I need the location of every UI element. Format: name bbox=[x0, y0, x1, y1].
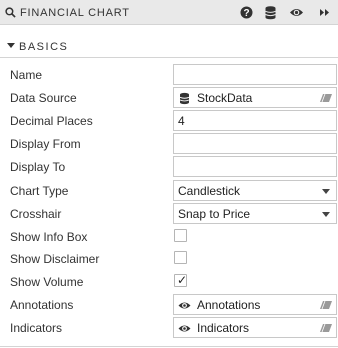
property-row-display-to: Display To bbox=[0, 155, 338, 178]
basics-section-header[interactable]: BASICS bbox=[0, 34, 338, 58]
section-label: BASICS bbox=[19, 41, 69, 53]
eye-icon bbox=[178, 302, 191, 309]
indicators-label: Indicators bbox=[10, 321, 63, 335]
display-to-label: Display To bbox=[10, 160, 66, 174]
chevron-down-icon[interactable] bbox=[322, 212, 330, 217]
display-to-input[interactable] bbox=[173, 156, 337, 177]
name-label: Name bbox=[10, 68, 43, 82]
indicators-value: Indicators bbox=[197, 321, 250, 335]
crosshair-value: Snap to Price bbox=[178, 207, 251, 221]
expand-icon[interactable] bbox=[317, 5, 332, 20]
crosshair-select[interactable]: Snap to Price bbox=[173, 203, 337, 224]
eye-icon[interactable] bbox=[289, 5, 304, 20]
show-disclaimer-checkbox[interactable] bbox=[174, 251, 187, 264]
eraser-icon[interactable] bbox=[320, 324, 332, 332]
collapse-caret-icon[interactable] bbox=[7, 43, 15, 48]
show-info-box-label: Show Info Box bbox=[10, 230, 88, 244]
property-row-show-disclaimer: Show Disclaimer bbox=[0, 247, 338, 270]
chart-type-value: Candlestick bbox=[178, 184, 241, 198]
search-icon[interactable] bbox=[5, 7, 16, 18]
annotations-label: Annotations bbox=[10, 298, 74, 312]
annotations-value: Annotations bbox=[197, 298, 261, 312]
property-row-show-info-box: Show Info Box bbox=[0, 225, 338, 248]
show-volume-checkbox[interactable]: ✓ bbox=[174, 274, 187, 287]
property-row-data-source: Data Source StockData bbox=[0, 86, 338, 109]
indicators-field[interactable]: Indicators bbox=[173, 317, 337, 338]
display-from-input[interactable] bbox=[173, 133, 337, 154]
property-row-decimal-places: Decimal Places 4 bbox=[0, 109, 338, 132]
show-info-box-checkbox[interactable] bbox=[174, 229, 187, 242]
show-volume-label: Show Volume bbox=[10, 275, 84, 289]
divider bbox=[0, 346, 338, 347]
show-disclaimer-label: Show Disclaimer bbox=[10, 252, 100, 266]
data-source-field[interactable]: StockData bbox=[173, 87, 337, 108]
property-row-name: Name bbox=[0, 63, 338, 86]
data-source-label: Data Source bbox=[10, 91, 77, 105]
property-row-display-from: Display From bbox=[0, 132, 338, 155]
chart-type-select[interactable]: Candlestick bbox=[173, 180, 337, 201]
decimal-places-label: Decimal Places bbox=[10, 114, 93, 128]
property-row-indicators: Indicators Indicators bbox=[0, 316, 338, 339]
eraser-icon[interactable] bbox=[320, 301, 332, 309]
svg-text:?: ? bbox=[243, 8, 249, 19]
decimal-places-input[interactable]: 4 bbox=[173, 110, 337, 131]
chevron-down-icon[interactable] bbox=[322, 189, 330, 194]
checkmark-icon: ✓ bbox=[177, 273, 188, 287]
decimal-places-value: 4 bbox=[178, 114, 185, 128]
property-row-annotations: Annotations Annotations bbox=[0, 293, 338, 316]
eraser-icon[interactable] bbox=[320, 94, 332, 102]
chart-type-label: Chart Type bbox=[10, 184, 69, 198]
property-row-chart-type: Chart Type Candlestick bbox=[0, 179, 338, 202]
database-icon bbox=[179, 92, 190, 105]
data-source-value: StockData bbox=[197, 91, 253, 105]
eye-icon bbox=[178, 325, 191, 332]
database-icon[interactable] bbox=[263, 5, 278, 20]
crosshair-label: Crosshair bbox=[10, 207, 62, 221]
property-row-crosshair: Crosshair Snap to Price bbox=[0, 202, 338, 225]
panel-header: FINANCIAL CHART ? bbox=[0, 0, 338, 25]
property-row-show-volume: Show Volume ✓ bbox=[0, 270, 338, 293]
display-from-label: Display From bbox=[10, 137, 81, 151]
name-input[interactable] bbox=[173, 64, 337, 85]
help-icon[interactable]: ? bbox=[239, 5, 254, 20]
panel-title: FINANCIAL CHART bbox=[20, 7, 130, 19]
annotations-field[interactable]: Annotations bbox=[173, 294, 337, 315]
